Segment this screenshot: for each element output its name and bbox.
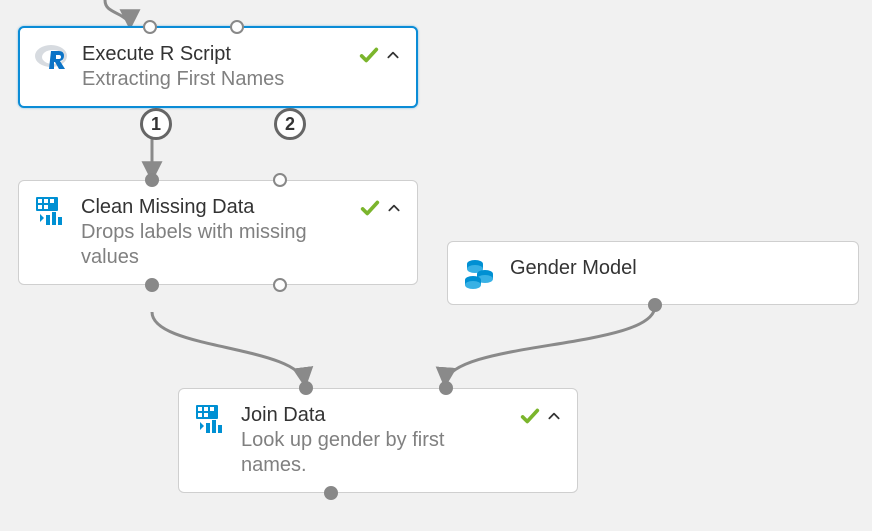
output-port[interactable] [648,298,662,312]
node-title: Join Data [241,403,499,428]
node-title: Execute R Script [82,42,338,67]
collapse-caret-icon[interactable] [547,409,561,428]
input-port[interactable] [143,20,157,34]
node-gender-model[interactable]: Gender Model [447,241,859,305]
node-clean-missing-data[interactable]: Clean Missing Data Drops labels with mis… [18,180,418,285]
input-port[interactable] [230,20,244,34]
workflow-canvas[interactable]: Execute R Script Extracting First Names … [0,0,872,531]
node-subtitle: Drops labels with missing values [81,220,339,270]
input-port[interactable] [439,381,453,395]
output-port-label: 1 [151,114,161,135]
output-port[interactable] [145,278,159,292]
data-table-icon [33,195,69,227]
collapse-caret-icon[interactable] [386,48,400,67]
status-check-icon [519,405,541,432]
output-port[interactable] [324,486,338,500]
output-port[interactable] [273,278,287,292]
output-port-2[interactable]: 2 [274,108,306,140]
input-port[interactable] [299,381,313,395]
node-execute-r-script[interactable]: Execute R Script Extracting First Names … [18,26,418,108]
node-subtitle: Look up gender by first names. [241,428,499,478]
status-check-icon [359,197,381,224]
input-port[interactable] [145,173,159,187]
output-port-1[interactable]: 1 [140,108,172,140]
collapse-caret-icon[interactable] [387,201,401,220]
r-logo-icon [34,42,70,72]
node-title: Gender Model [510,256,842,281]
node-subtitle: Extracting First Names [82,67,338,92]
node-join-data[interactable]: Join Data Look up gender by first names. [178,388,578,493]
output-port-label: 2 [285,114,295,135]
node-title: Clean Missing Data [81,195,339,220]
dataset-icon [462,256,498,290]
data-table-icon [193,403,229,435]
status-check-icon [358,44,380,71]
input-port[interactable] [273,173,287,187]
